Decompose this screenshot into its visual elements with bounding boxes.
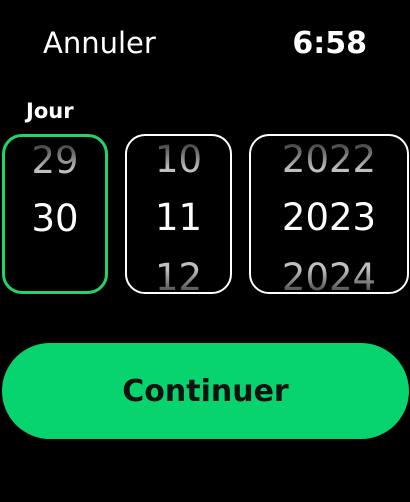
day-wheel[interactable]: 29 30 (2, 134, 108, 294)
year-option-selected[interactable]: 2023 (251, 196, 407, 240)
year-wheel[interactable]: 2022 2023 2024 (249, 134, 409, 294)
month-wheel[interactable]: 10 11 12 (125, 134, 232, 294)
continue-button[interactable]: Continuer (2, 343, 409, 439)
day-option-previous[interactable]: 29 (5, 139, 105, 183)
year-option-next[interactable]: 2024 (251, 256, 407, 292)
month-option-previous[interactable]: 10 (127, 138, 230, 182)
year-option-previous[interactable]: 2022 (251, 138, 407, 182)
day-field-label: Jour (26, 99, 74, 123)
day-option-selected[interactable]: 30 (5, 197, 105, 241)
status-bar: Annuler 6:58 (0, 26, 410, 66)
clock: 6:58 (292, 26, 367, 61)
cancel-button[interactable]: Annuler (43, 26, 156, 60)
month-option-selected[interactable]: 11 (127, 196, 230, 240)
month-option-next[interactable]: 12 (127, 256, 230, 292)
